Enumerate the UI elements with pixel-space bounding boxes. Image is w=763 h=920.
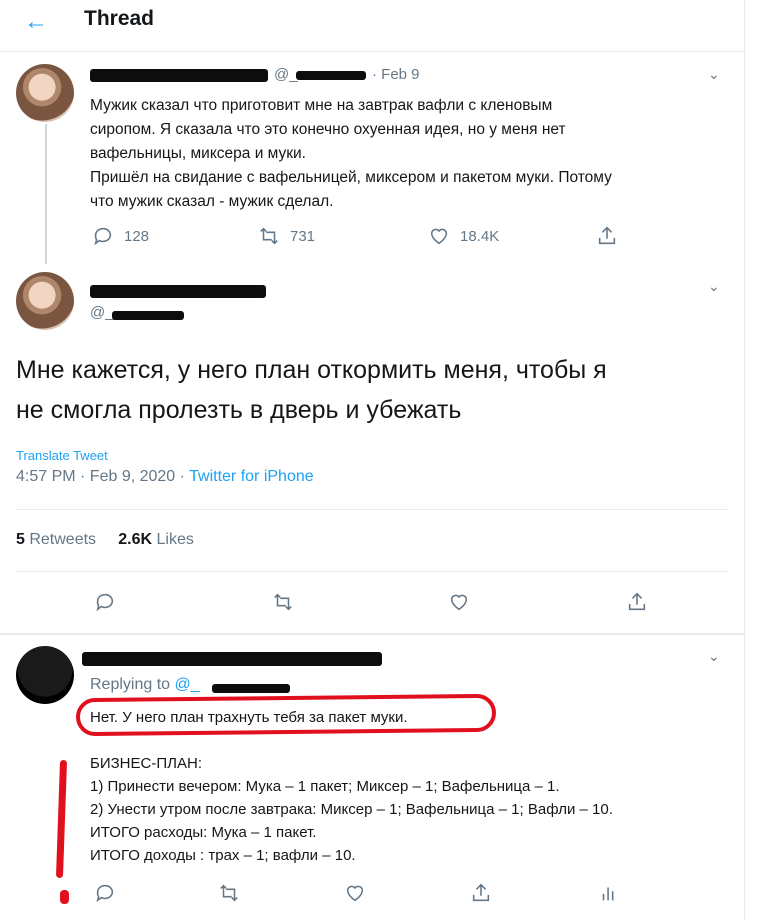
tweet-stats: 5 Retweets 2.6K Likes <box>16 531 194 549</box>
avatar[interactable] <box>16 272 74 330</box>
arrow-left-icon[interactable]: ← <box>24 8 48 36</box>
divider <box>16 509 728 510</box>
reply-button[interactable] <box>94 591 116 613</box>
tweet1-handle[interactable]: @_ <box>274 66 298 83</box>
divider <box>0 633 745 635</box>
share-button[interactable] <box>470 882 492 904</box>
retweet-icon <box>272 591 294 613</box>
like-button[interactable]: 18.4K <box>428 225 499 247</box>
chevron-down-icon[interactable]: ⌄ <box>708 66 720 83</box>
retweet-icon <box>258 225 280 247</box>
redacted-display-name <box>82 652 382 666</box>
likes-stat[interactable]: 2.6K Likes <box>118 531 194 548</box>
retweet-button[interactable] <box>272 591 294 613</box>
reply-button[interactable] <box>94 882 116 904</box>
redacted-handle <box>212 684 290 693</box>
retweet-button[interactable] <box>218 882 240 904</box>
chevron-down-icon[interactable]: ⌄ <box>708 278 720 295</box>
thread-connector <box>45 124 47 264</box>
share-icon <box>470 882 492 904</box>
annotation-oval <box>75 693 497 737</box>
share-button[interactable] <box>626 591 648 613</box>
chevron-down-icon[interactable]: ⌄ <box>708 648 720 665</box>
replying-handle[interactable]: @_ <box>175 676 200 693</box>
retweet-icon <box>218 882 240 904</box>
redacted-handle <box>112 311 184 320</box>
tweet1-date[interactable]: · Feb 9 <box>372 66 420 83</box>
replying-to: Replying to @_ <box>90 676 200 693</box>
redacted-display-name <box>90 285 266 298</box>
reply-button[interactable]: 128 <box>92 225 149 247</box>
like-button[interactable] <box>448 591 470 613</box>
share-button[interactable] <box>596 225 618 247</box>
share-icon <box>596 225 618 247</box>
analytics-button[interactable] <box>598 882 620 904</box>
retweets-stat[interactable]: 5 Retweets <box>16 531 96 548</box>
header: ← Thread <box>0 0 745 52</box>
like-count: 18.4K <box>460 227 500 245</box>
tweet-source[interactable]: Twitter for iPhone <box>189 468 314 485</box>
heart-icon <box>344 882 366 904</box>
annotation-exclamation-dot <box>60 890 69 904</box>
redacted-display-name <box>90 69 268 82</box>
avatar[interactable] <box>16 64 74 122</box>
tweet-timestamp[interactable]: 4:57 PM · Feb 9, 2020 · <box>16 468 189 485</box>
heart-icon <box>448 591 470 613</box>
tweet2-handle[interactable]: @_ <box>90 304 114 321</box>
page-title: Thread <box>84 7 155 30</box>
tweet-meta: 4:57 PM · Feb 9, 2020 · Twitter for iPho… <box>16 468 314 486</box>
share-icon <box>626 591 648 613</box>
reply-icon <box>92 225 114 247</box>
analytics-icon <box>598 882 620 904</box>
reply-icon <box>94 882 116 904</box>
retweet-count: 731 <box>290 227 316 245</box>
heart-icon <box>428 225 450 247</box>
reply-count: 128 <box>124 227 150 245</box>
retweet-button[interactable]: 731 <box>258 225 315 247</box>
translate-link[interactable]: Translate Tweet <box>16 448 108 463</box>
like-button[interactable] <box>344 882 366 904</box>
divider <box>16 571 728 572</box>
reply-icon <box>94 591 116 613</box>
avatar[interactable] <box>16 646 74 704</box>
tweet2-text: Мне кажется, у него план откормить меня,… <box>16 356 607 424</box>
redacted-handle <box>296 71 366 80</box>
tweet1-text: Мужик сказал что приготовит мне на завтр… <box>90 97 612 210</box>
